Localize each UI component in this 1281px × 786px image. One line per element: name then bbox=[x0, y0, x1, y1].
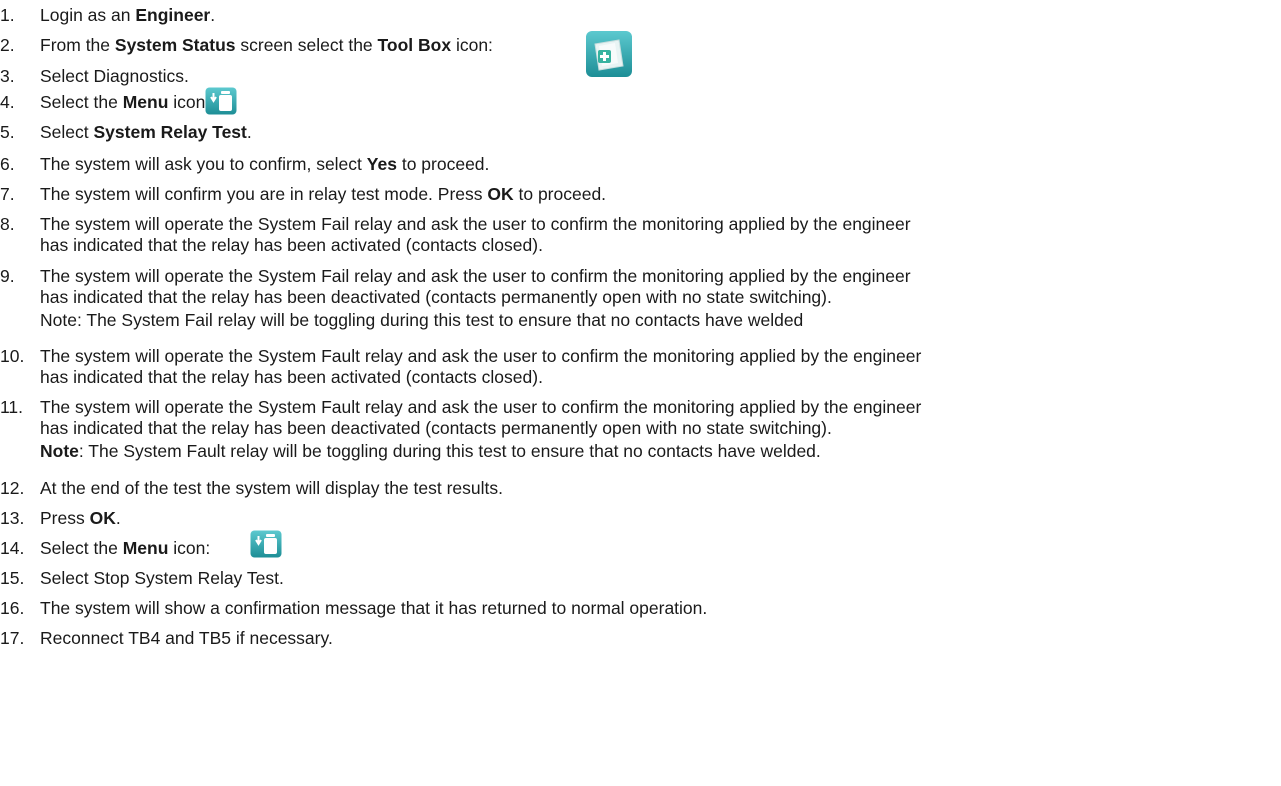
step-number: 14. bbox=[0, 538, 25, 558]
step-text: The system will show a confirmation mess… bbox=[40, 598, 708, 618]
step-number: 4. bbox=[0, 92, 15, 112]
note-system-fault: Note: The System Fault relay will be tog… bbox=[40, 441, 821, 461]
step-text: At the end of the test the system will d… bbox=[40, 478, 503, 498]
step-number: 8. bbox=[0, 214, 15, 234]
step-text: Login as an Engineer. bbox=[40, 5, 216, 25]
step-text: The system will operate the System Fault… bbox=[40, 346, 922, 387]
step-text: The system will confirm you are in relay… bbox=[40, 184, 607, 204]
step-text: Press OK. bbox=[40, 508, 121, 528]
step-text: Select Diagnostics. bbox=[40, 66, 189, 86]
step-text: Select Stop System Relay Test. bbox=[40, 568, 284, 588]
step-number: 10. bbox=[0, 346, 25, 366]
step-text: The system will ask you to confirm, sele… bbox=[40, 154, 490, 174]
step-text: The system will operate the System Fail … bbox=[40, 214, 911, 255]
step-text: The system will operate the System Fault… bbox=[40, 397, 922, 438]
step-text: Select System Relay Test. bbox=[40, 122, 252, 142]
step-number: 6. bbox=[0, 154, 15, 174]
step-number: 12. bbox=[0, 478, 25, 498]
menu-icon bbox=[205, 87, 237, 115]
step-number: 9. bbox=[0, 266, 15, 286]
step-text: Select the Menu icon: bbox=[40, 538, 211, 558]
menu-icon bbox=[250, 530, 282, 558]
step-number: 2. bbox=[0, 35, 15, 55]
step-text: The system will operate the System Fail … bbox=[40, 266, 911, 307]
note-system-fail: Note: The System Fail relay will be togg… bbox=[40, 310, 804, 330]
step-number: 1. bbox=[0, 5, 15, 25]
step-number: 15. bbox=[0, 568, 25, 588]
step-number: 11. bbox=[0, 397, 24, 417]
step-number: 7. bbox=[0, 184, 15, 204]
step-number: 13. bbox=[0, 508, 25, 528]
step-number: 17. bbox=[0, 628, 25, 648]
step-number: 16. bbox=[0, 598, 25, 618]
step-number: 3. bbox=[0, 66, 15, 86]
step-text: Reconnect TB4 and TB5 if necessary. bbox=[40, 628, 333, 648]
procedure-document: 1. Login as an Engineer. 2. From the Sys… bbox=[0, 0, 1281, 786]
step-text: From the System Status screen select the… bbox=[40, 35, 493, 55]
step-number: 5. bbox=[0, 122, 15, 142]
